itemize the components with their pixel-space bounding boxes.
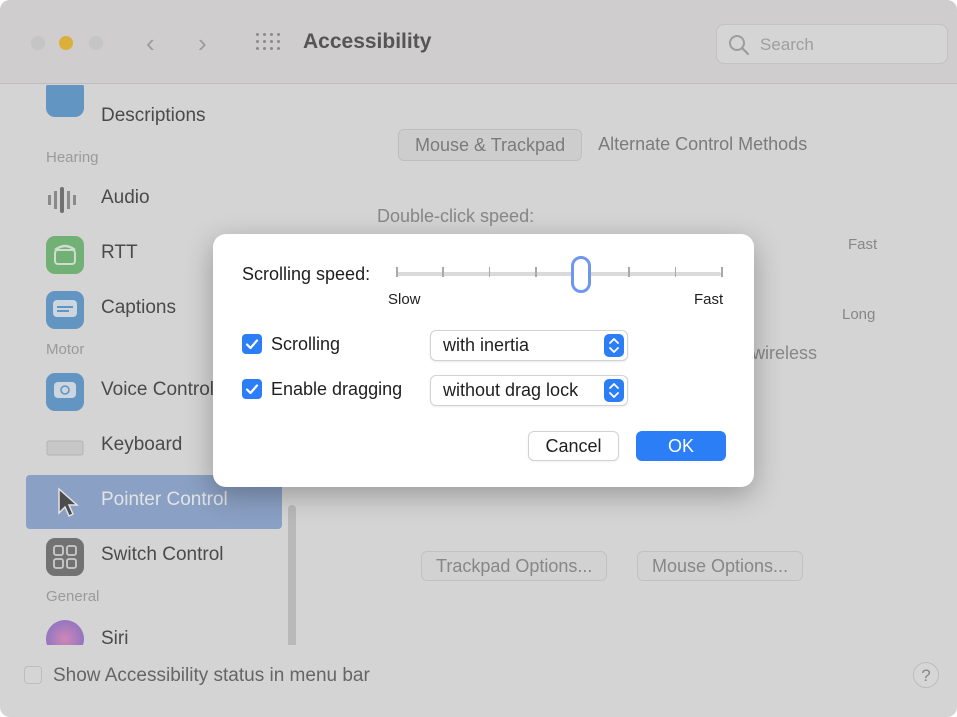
slider-tick [721, 267, 723, 277]
slider-slow-label: Slow [388, 291, 421, 308]
drag-lock-value: without drag lock [443, 380, 579, 400]
drag-lock-popup[interactable]: without drag lock [430, 375, 628, 406]
slider-tick [674, 267, 677, 277]
scrolling-mode-popup[interactable]: with inertia [430, 330, 628, 361]
ok-button[interactable]: OK [636, 431, 726, 461]
trackpad-options-dialog: Scrolling speed: Slow Fast Scrolling wit… [213, 234, 754, 487]
scrolling-speed-label: Scrolling speed: [242, 264, 371, 284]
slider-fast-label: Fast [694, 291, 724, 308]
slider-tick [628, 267, 630, 277]
slider-tick [396, 267, 398, 277]
preferences-window: ‹ › Accessibility Search Descriptions He… [0, 0, 957, 717]
checkmark-icon [245, 384, 259, 395]
checkmark-icon [245, 339, 259, 350]
enable-dragging-label: Enable dragging [271, 379, 403, 399]
slider-tick [488, 267, 491, 277]
cancel-button[interactable]: Cancel [528, 431, 619, 461]
scrolling-label: Scrolling [271, 334, 341, 354]
scrolling-speed-slider[interactable] [396, 272, 721, 276]
slider-tick [535, 267, 537, 277]
chevron-up-down-icon [604, 379, 624, 402]
enable-dragging-checkbox[interactable] [242, 379, 262, 399]
chevron-up-down-icon [604, 334, 624, 357]
scrolling-checkbox[interactable] [242, 334, 262, 354]
scrolling-mode-value: with inertia [443, 335, 530, 355]
slider-tick [442, 267, 444, 277]
slider-thumb[interactable] [571, 256, 592, 293]
